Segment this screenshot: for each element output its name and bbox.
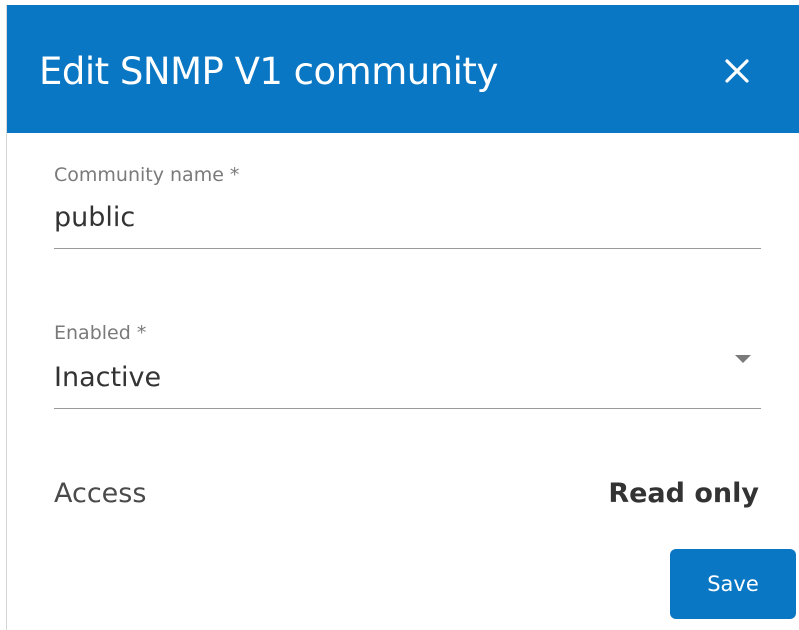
enabled-select[interactable]: Enabled * Inactive <box>54 318 761 413</box>
enabled-underline <box>54 408 761 409</box>
enabled-selected-value[interactable]: Inactive <box>54 360 161 396</box>
access-label: Access <box>54 478 147 509</box>
save-button[interactable]: Save <box>670 549 796 619</box>
dialog-header: Edit SNMP V1 community <box>7 5 799 133</box>
community-name-field[interactable]: Community name * public <box>54 160 761 255</box>
community-name-label: Community name * <box>54 164 240 186</box>
close-icon-glyph <box>725 59 749 83</box>
community-name-underline <box>54 248 761 249</box>
enabled-label: Enabled * <box>54 322 147 344</box>
dialog-title: Edit SNMP V1 community <box>39 50 498 93</box>
close-icon[interactable] <box>715 49 759 93</box>
community-name-input[interactable]: public <box>54 200 135 236</box>
dropdown-arrow-icon[interactable] <box>735 355 751 363</box>
access-value: Read only <box>608 478 759 509</box>
edit-community-dialog: Edit SNMP V1 community Community name * … <box>6 5 799 630</box>
